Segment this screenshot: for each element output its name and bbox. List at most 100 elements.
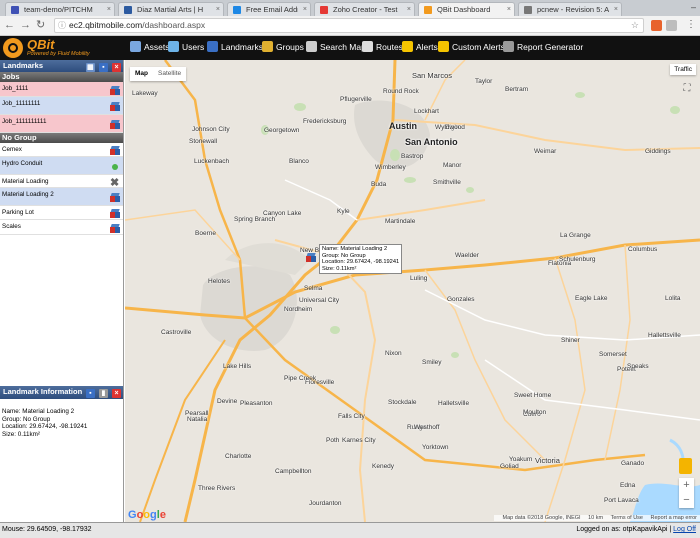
browser-menu-icon[interactable]: ⋮: [686, 19, 696, 30]
city-label: Campbellton: [275, 468, 312, 475]
assets-icon: [130, 41, 141, 52]
landmark-list: Jobs Job_1111 Job_11111111 Job_1111111111 No…: [0, 72, 123, 235]
landmark-row[interactable]: Material Loading ✖: [0, 175, 123, 188]
zoom-in-button[interactable]: +: [679, 478, 694, 493]
nav-landmarks[interactable]: Landmarks: [207, 41, 263, 53]
green-dot-icon[interactable]: [110, 162, 120, 172]
zoom-out-button[interactable]: −: [679, 493, 694, 508]
landmark-cube-icon[interactable]: [110, 223, 120, 234]
log-off-link[interactable]: Log Off: [673, 526, 696, 533]
nav-users[interactable]: Users: [168, 41, 204, 53]
landmark-row[interactable]: Job_1111111111: [0, 115, 123, 133]
report-error-link[interactable]: Report a map error: [651, 515, 697, 521]
landmark-marker[interactable]: [306, 253, 316, 263]
address-bar[interactable]: ⓘ ec2.qbitmobile.com/dashboard.aspx ☆: [54, 18, 644, 33]
forward-icon[interactable]: →: [20, 19, 31, 32]
map-type-satellite[interactable]: Satellite: [153, 67, 186, 81]
info-name: Name: Material Loading 2: [2, 408, 75, 415]
fullscreen-icon[interactable]: ⛶: [680, 82, 694, 96]
city-label: Waelder: [455, 252, 479, 259]
back-icon[interactable]: ←: [4, 19, 15, 32]
x-icon[interactable]: ✖: [110, 177, 120, 188]
nav-label: Groups: [276, 42, 304, 52]
landmark-row[interactable]: Parking Lot: [0, 206, 123, 220]
landmark-label: Hydro Conduit: [2, 160, 43, 167]
nav-report-generator[interactable]: Report Generator: [503, 41, 583, 53]
browser-tab[interactable]: QBit Dashboard ×: [418, 2, 515, 16]
info-icon[interactable]: ⓘ: [58, 19, 66, 32]
browser-tab[interactable]: team-demo/PITCHM ×: [5, 2, 115, 16]
browser-tab[interactable]: Zoho Creator - Test ×: [314, 2, 415, 16]
nav-search-map[interactable]: Search Map: [306, 41, 366, 53]
street-view-pegman-icon[interactable]: [679, 458, 692, 474]
nav-custom-alerts[interactable]: Custom Alerts: [438, 41, 505, 53]
nav-alerts[interactable]: Alerts: [402, 41, 438, 53]
traffic-button[interactable]: Traffic: [670, 64, 696, 75]
reload-icon[interactable]: ↻: [36, 19, 45, 32]
landmark-row[interactable]: Job_1111: [0, 82, 123, 97]
trash-icon[interactable]: ▮: [98, 389, 108, 398]
city-label: Castroville: [161, 329, 192, 336]
bookmark-star-icon[interactable]: ☆: [631, 19, 639, 32]
landmark-cube-icon[interactable]: [110, 85, 120, 96]
landmark-row[interactable]: Cemex: [0, 143, 123, 157]
group-header[interactable]: Jobs: [0, 72, 123, 82]
close-icon[interactable]: ×: [112, 389, 121, 398]
nav-groups[interactable]: Groups: [262, 41, 304, 53]
tab-title: Free Email Addresse: [246, 5, 298, 14]
group-header[interactable]: No Group: [0, 133, 123, 143]
close-icon[interactable]: ×: [112, 63, 121, 72]
map-type-map[interactable]: Map: [130, 67, 153, 81]
nav-routes[interactable]: Routes: [362, 41, 403, 53]
map-canvas[interactable]: Austin San Antonio San Marcos Round Rock Pfl…: [125, 60, 700, 522]
city-label: Smithville: [433, 179, 461, 186]
tab-close-icon[interactable]: ×: [107, 3, 111, 16]
city-label: Martindale: [385, 218, 416, 225]
landmark-cube-icon[interactable]: [110, 102, 120, 112]
landmark-row[interactable]: Material Loading 2: [0, 188, 123, 206]
city-label: Yorktown: [422, 444, 449, 451]
landmark-label: Parking Lot: [2, 209, 34, 216]
landmark-row[interactable]: Scales: [0, 220, 123, 235]
logged-on-as: Logged on as: otpKapavikApi |: [576, 526, 672, 533]
landmark-cube-icon[interactable]: [110, 120, 120, 130]
extension-icon[interactable]: [651, 20, 662, 31]
city-label: Victoria: [535, 456, 560, 465]
city-label: Halletsville: [438, 400, 470, 407]
city-label: Columbus: [628, 246, 658, 253]
city-label: Manor: [443, 162, 462, 169]
landmark-cube-icon[interactable]: [110, 146, 120, 156]
browser-tab[interactable]: Diaz Martial Arts | H ×: [118, 2, 224, 16]
landmarks-panel-header: Landmarks ▦ ▪ ×: [0, 60, 123, 72]
users-icon: [168, 41, 179, 52]
browser-tab[interactable]: Free Email Addresse ×: [227, 2, 311, 16]
city-label: Moulton: [523, 409, 547, 416]
add-landmark-icon[interactable]: ▪: [98, 63, 108, 72]
grid-icon[interactable]: ▦: [85, 63, 95, 72]
tab-close-icon[interactable]: ×: [303, 3, 307, 16]
browser-toolbar: ← → ↻ ⓘ ec2.qbitmobile.com/dashboard.asp…: [0, 16, 700, 36]
window-minimize-icon[interactable]: –: [691, 2, 696, 12]
landmark-row[interactable]: Hydro Conduit: [0, 157, 123, 175]
tab-close-icon[interactable]: ×: [507, 3, 511, 16]
landmark-cube-icon[interactable]: [110, 193, 120, 203]
terms-link[interactable]: Terms of Use: [611, 515, 643, 521]
custom-alerts-icon: [438, 41, 449, 52]
browser-tab[interactable]: pcnew - Revision 5: A ×: [518, 2, 622, 16]
city-label: Wimberley: [375, 164, 406, 171]
tab-close-icon[interactable]: ×: [216, 3, 220, 16]
mouse-coordinates: Mouse: 29.64509, -98.17932: [2, 526, 92, 533]
tab-close-icon[interactable]: ×: [614, 3, 618, 16]
city-label: Giddings: [645, 148, 671, 155]
city-label: Lolita: [665, 295, 681, 302]
city-label: Luling: [410, 275, 428, 282]
tab-favicon-icon: [524, 6, 532, 14]
city-label: Georgetown: [264, 127, 300, 134]
landmark-cube-icon[interactable]: [110, 209, 120, 219]
nav-assets[interactable]: Assets: [130, 41, 170, 53]
report-generator-icon: [503, 41, 514, 52]
tab-close-icon[interactable]: ×: [407, 3, 411, 16]
landmark-row[interactable]: Job_11111111: [0, 97, 123, 115]
extension-icon[interactable]: [666, 20, 677, 31]
browser-tabbar: – team-demo/PITCHM × Diaz Martial Arts | H…: [0, 0, 700, 16]
